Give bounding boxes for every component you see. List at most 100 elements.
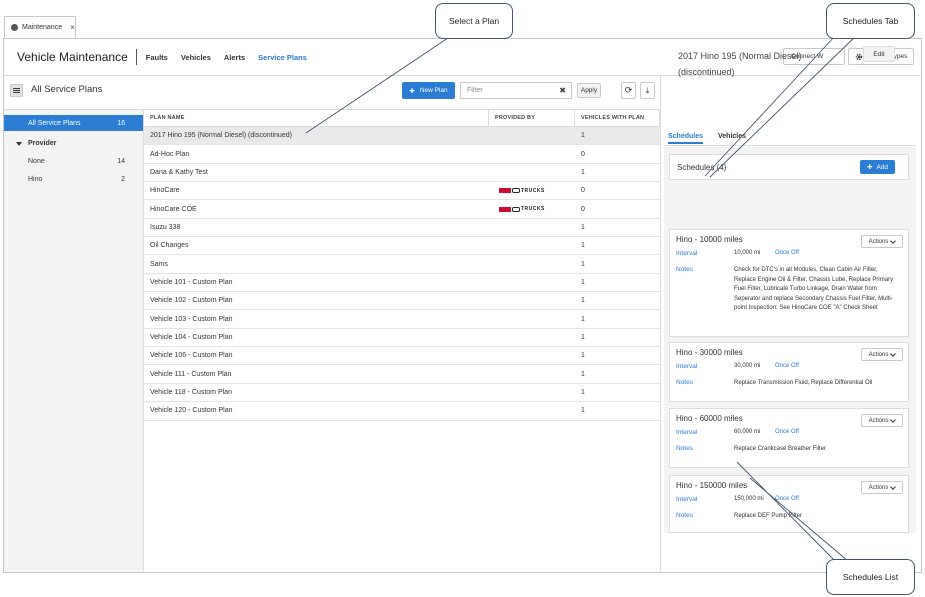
table-row[interactable]: Vehicle 120 - Custom Plan 1 xyxy=(144,402,660,421)
provided-by-cell xyxy=(489,292,575,309)
table-row[interactable]: Vehicle 101 - Custom Plan 1 xyxy=(144,274,660,293)
provided-by-cell xyxy=(489,384,575,401)
nav-link-faults[interactable]: Faults xyxy=(146,53,168,62)
vehicles-count-cell: 1 xyxy=(581,370,585,378)
provider-sidebar: All Service Plans 16 Provider None 14 Hi… xyxy=(4,109,144,572)
interval-value: 10,000 mi xyxy=(734,250,761,256)
schedule-title: Hino - 30000 miles xyxy=(676,348,743,357)
plan-name-cell: Vehicle 102 - Custom Plan xyxy=(150,297,233,305)
column-header-plan-name[interactable]: PLAN NAME xyxy=(144,110,489,126)
schedules-list: Schedules (4) ✚ Add Hino - 10000 miles Ac… xyxy=(664,147,916,533)
hamburger-icon-bar xyxy=(13,90,20,91)
sidebar-item-none[interactable]: None 14 xyxy=(4,153,143,169)
plan-name-cell: Isuzu 338 xyxy=(150,223,181,231)
provided-by-cell xyxy=(489,310,575,327)
nav-link-service-plans[interactable]: Service Plans xyxy=(258,53,307,62)
vehicles-count-cell: 0 xyxy=(581,205,585,213)
provided-by-cell xyxy=(489,145,575,162)
nav-link-vehicles[interactable]: Vehicles xyxy=(181,53,211,62)
schedules-count-title: Schedules (4) xyxy=(677,163,727,172)
new-plan-label: New Plan xyxy=(419,87,448,94)
interval-value: 60,000 mi xyxy=(734,429,761,435)
notes-label: Notes xyxy=(676,512,693,519)
vehicles-count-cell: 1 xyxy=(581,352,585,360)
refresh-icon[interactable]: ⟳ xyxy=(621,82,636,99)
table-row[interactable]: Isuzu 338 1 xyxy=(144,219,660,238)
close-tab-icon[interactable]: × xyxy=(70,23,75,32)
table-row[interactable]: Oil Changes 1 xyxy=(144,237,660,256)
notes-text: Replace Transmission Fluid, Replace Diff… xyxy=(734,380,873,386)
download-icon[interactable]: ⤓ xyxy=(640,82,655,99)
table-row[interactable]: Vehicle 102 - Custom Plan 1 xyxy=(144,292,660,311)
nav-link-alerts[interactable]: Alerts xyxy=(224,53,245,62)
actions-dropdown[interactable]: Actions xyxy=(861,348,903,361)
plan-name-cell: Vehicle 118 - Custom Plan xyxy=(150,388,232,396)
provided-by-cell xyxy=(489,164,575,181)
browser-tab-maintenance[interactable]: Maintenance × xyxy=(4,16,76,38)
hamburger-icon xyxy=(13,88,20,89)
table-row[interactable]: Vehicle 106 - Custom Plan 1 xyxy=(144,347,660,366)
interval-label: Interval xyxy=(676,363,698,370)
table-row[interactable]: Vehicle 118 - Custom Plan 1 xyxy=(144,384,660,403)
filter-input[interactable]: Filter ✖ xyxy=(460,82,572,99)
actions-dropdown[interactable]: Actions xyxy=(861,235,903,248)
table-row[interactable]: Ad-Hoc Plan 0 xyxy=(144,145,660,164)
add-schedule-button[interactable]: ✚ Add xyxy=(860,160,895,174)
vehicles-count-cell: 1 xyxy=(581,297,585,305)
vehicles-count-cell: 1 xyxy=(581,242,585,250)
table-row[interactable]: Vehicle 103 - Custom Plan 1 xyxy=(144,310,660,329)
new-plan-button[interactable]: ✚ New Plan xyxy=(402,82,455,99)
tab-schedules[interactable]: Schedules xyxy=(668,133,704,144)
sidebar-item-count: 16 xyxy=(117,119,125,127)
column-header-provided-by[interactable]: PROVIDED BY xyxy=(489,110,575,126)
plus-icon: ✚ xyxy=(866,164,873,171)
notes-label: Notes xyxy=(676,266,693,273)
provided-by-cell xyxy=(489,127,575,144)
table-row[interactable]: Vehicle 104 - Custom Plan 1 xyxy=(144,329,660,348)
sidebar-item-hino[interactable]: Hino 2 xyxy=(4,171,143,187)
schedule-card: Hino - 60000 miles Actions Interval 60,000 … xyxy=(669,408,909,468)
edit-button[interactable]: Edit xyxy=(863,46,895,62)
vehicles-count-cell: 1 xyxy=(581,333,585,341)
vehicles-count-cell: 1 xyxy=(581,132,585,140)
logo-red-block xyxy=(499,188,511,194)
table-row[interactable]: Sams 1 xyxy=(144,255,660,274)
logo-text: TRUCKS xyxy=(521,206,545,213)
apply-button[interactable]: Apply xyxy=(577,83,601,98)
actions-dropdown[interactable]: Actions xyxy=(861,414,903,427)
logo-emblem xyxy=(512,206,520,212)
column-header-vehicles-with-plan[interactable]: VEHICLES WITH PLAN xyxy=(575,110,660,126)
tab-vehicles[interactable]: Vehicles xyxy=(718,133,746,140)
sidebar-item-all-service-plans[interactable]: All Service Plans 16 xyxy=(4,115,143,131)
plans-header: All Service Plans ✚ New Plan Filter ✖ Ap… xyxy=(4,76,660,106)
schedule-card: Hino - 150000 miles Actions Interval 150,00… xyxy=(669,475,909,533)
plan-name-cell: Oil Changes xyxy=(150,242,189,250)
callout-select-plan: Select a Plan xyxy=(435,3,513,39)
table-row[interactable]: Vehicle 111 - Custom Plan 1 xyxy=(144,365,660,384)
table-body: 2017 Hino 195 (Normal Diesel) (discontin… xyxy=(144,127,660,421)
plan-name-cell: Vehicle 106 - Custom Plan xyxy=(150,352,233,360)
callout-schedules-list: Schedules List xyxy=(826,559,915,595)
plan-name-cell: Sams xyxy=(150,260,168,268)
sidebar-item-label: All Service Plans xyxy=(28,119,81,127)
logo-red-block xyxy=(499,206,511,212)
hino-trucks-logo: TRUCKS xyxy=(499,206,545,212)
actions-label: Actions xyxy=(868,351,889,358)
chevron-down-icon xyxy=(890,483,897,490)
actions-label: Actions xyxy=(868,238,889,245)
sidebar-toggle-button[interactable] xyxy=(10,84,23,97)
clear-filter-icon[interactable]: ✖ xyxy=(559,86,566,95)
provider-group-header[interactable]: Provider xyxy=(16,140,56,147)
table-row[interactable]: HinoCare COE TRUCKS 0 xyxy=(144,200,660,219)
table-row[interactable]: HinoCare TRUCKS 0 xyxy=(144,182,660,201)
panel-divider xyxy=(660,76,661,573)
table-row[interactable]: 2017 Hino 195 (Normal Diesel) (discontin… xyxy=(144,127,660,146)
vehicles-count-cell: 0 xyxy=(581,150,585,158)
plan-name-cell: HinoCare COE xyxy=(150,205,197,213)
add-label: Add xyxy=(876,163,889,171)
schedule-card: Hino - 30000 miles Actions Interval 30,000 … xyxy=(669,342,909,402)
table-row[interactable]: Dana & Kathy Test 1 xyxy=(144,164,660,183)
logo-emblem xyxy=(512,188,520,194)
actions-dropdown[interactable]: Actions xyxy=(861,481,903,494)
schedule-card: Hino - 10000 miles Actions Interval 10,000 … xyxy=(669,229,909,337)
